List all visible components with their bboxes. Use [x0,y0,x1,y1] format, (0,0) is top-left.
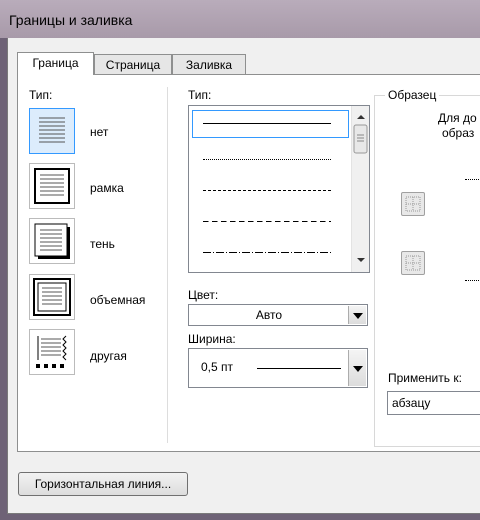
color-label: Цвет: [188,288,219,302]
width-value: 0,5 пт [201,360,234,374]
border-type-none-icon[interactable] [29,108,75,154]
tab-border[interactable]: Граница [17,52,94,75]
preview-corner-mark [465,280,480,282]
border-type-box-label[interactable]: рамка [90,181,124,195]
bottom-border-button[interactable] [401,251,425,275]
line-style-dash-dot[interactable] [203,252,331,253]
border-type-3d-icon[interactable] [29,274,75,320]
border-type-3d-label[interactable]: объемная [90,293,145,307]
top-border-button[interactable] [401,192,425,216]
width-line-sample [257,368,341,369]
apply-to-value: абзацу [392,396,431,410]
color-dropdown-icon[interactable] [348,306,366,324]
border-type-custom-icon[interactable] [29,329,75,375]
type-label: Тип: [29,88,53,102]
apply-to-label: Применить к: [388,371,462,385]
title-bar: Границы и заливка [0,0,480,38]
dialog-body: Граница Страница Заливка Тип: нет рамка … [7,38,480,514]
width-label: Ширина: [188,332,236,346]
width-dropdown-icon[interactable] [348,350,366,386]
line-style-selection [192,110,349,138]
line-style-dashed-fine[interactable] [203,190,331,191]
preview-hint-1: Для до [438,111,477,125]
color-select[interactable]: Авто [188,304,368,326]
horizontal-line-button[interactable]: Горизонтальная линия... [18,472,188,496]
preview-label: Образец [385,88,440,102]
line-style-dotted[interactable] [203,159,331,160]
line-style-solid[interactable] [203,123,331,124]
width-select[interactable]: 0,5 пт [188,348,368,388]
line-style-list[interactable] [188,105,370,273]
line-style-scrollbar[interactable] [351,106,369,272]
border-tab-panel: Тип: нет рамка тень объемная другая Тип:… [17,74,480,452]
line-style-dashed[interactable] [203,221,331,222]
border-type-shadow-label[interactable]: тень [90,237,115,251]
border-type-custom-label[interactable]: другая [90,349,127,363]
divider [167,87,168,443]
preview-hint-2: образ [442,126,475,140]
line-style-label: Тип: [188,88,212,102]
tab-page[interactable]: Страница [94,54,172,74]
preview-corner-mark [465,179,480,181]
window-title: Границы и заливка [9,12,133,28]
apply-to-select[interactable]: абзацу [387,391,480,415]
color-value: Авто [255,308,283,322]
border-type-shadow-icon[interactable] [29,218,75,264]
border-type-box-icon[interactable] [29,163,75,209]
border-type-none-label[interactable]: нет [90,125,108,139]
tab-shading[interactable]: Заливка [172,54,246,74]
